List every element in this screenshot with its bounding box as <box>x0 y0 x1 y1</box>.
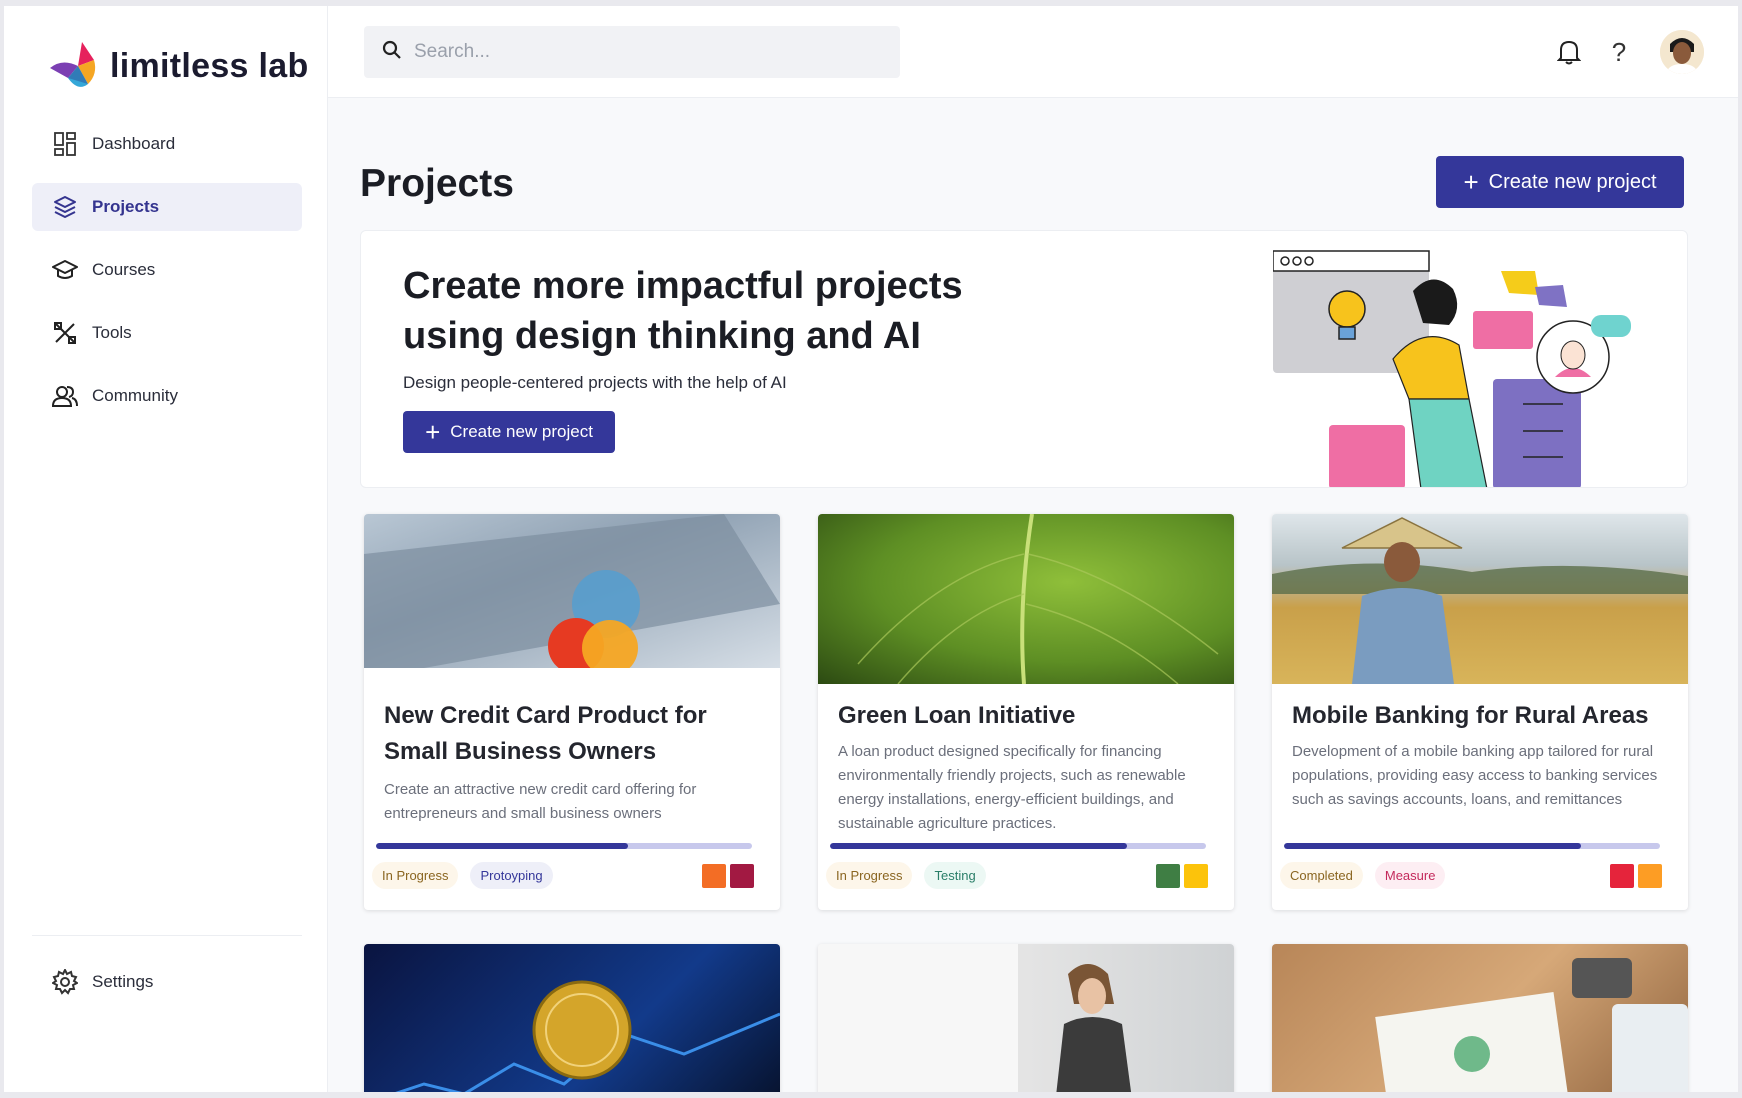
status-badge: In Progress <box>372 862 459 889</box>
sdg-goal-icon <box>730 864 754 888</box>
progress-bar <box>376 843 752 849</box>
sidebar-item-projects[interactable]: Projects <box>32 183 302 231</box>
sdg-goal-icon <box>702 864 726 888</box>
topbar: ? <box>328 6 1738 98</box>
graduation-cap-icon <box>52 257 78 283</box>
hero-banner: Create more impactful projects using des… <box>360 230 1688 488</box>
card-description: Development of a mobile banking app tail… <box>1292 743 1658 808</box>
sidebar: limitless lab Dashboard Projects Courses… <box>4 6 328 1092</box>
app-name: limitless lab <box>110 46 309 85</box>
plus-icon: + <box>425 417 441 447</box>
sidebar-divider <box>32 935 302 936</box>
card-title: Green Loan Initiative <box>838 702 1076 729</box>
stage-badge: Testing <box>924 862 986 889</box>
sdg-goal-icon <box>1156 864 1180 888</box>
help-icon[interactable]: ? <box>1604 37 1634 67</box>
hero-illustration <box>1273 250 1631 487</box>
hero-subtitle: Design people-centered projects with the… <box>403 373 787 392</box>
search-box[interactable] <box>364 26 900 78</box>
topbar-actions: ? <box>1534 30 1704 74</box>
plus-icon: + <box>1463 167 1479 197</box>
card-image-credit-card <box>364 514 780 668</box>
sidebar-item-label: Dashboard <box>92 134 176 153</box>
search-icon <box>382 40 402 65</box>
main-content: Projects + Create new project Create mor… <box>328 98 1738 1092</box>
sidebar-item-community[interactable]: Community <box>32 372 302 420</box>
card-image-documents <box>1272 944 1688 1092</box>
project-card[interactable]: Green Loan Initiative A loan product des… <box>818 514 1234 910</box>
sidebar-item-label: Projects <box>92 197 160 216</box>
sdg-icons <box>1606 864 1662 888</box>
hero-create-project-button[interactable]: + Create new project <box>403 411 615 453</box>
sidebar-item-label: Courses <box>92 260 156 279</box>
stage-badge: Measure <box>1374 862 1446 889</box>
card-tags: Completed Measure <box>1280 862 1457 889</box>
hero-button-label: Create new project <box>450 422 593 441</box>
sdg-icons <box>1152 864 1208 888</box>
progress-fill <box>830 843 1128 849</box>
card-title: Mobile Banking for Rural Areas <box>1292 702 1649 729</box>
sidebar-item-tools[interactable]: Tools <box>32 309 302 357</box>
stage-badge: Protoyping <box>470 862 553 889</box>
card-description: Create an attractive new credit card off… <box>384 781 697 822</box>
create-project-button[interactable]: + Create new project <box>1436 156 1684 208</box>
settings-container: Settings <box>32 958 302 1021</box>
logo-mark-icon <box>50 42 96 87</box>
app-window: limitless lab Dashboard Projects Courses… <box>4 6 1738 1092</box>
sidebar-item-settings[interactable]: Settings <box>32 958 302 1006</box>
settings-label: Settings <box>92 972 154 991</box>
project-card[interactable] <box>818 944 1234 1092</box>
sdg-goal-icon <box>1610 864 1634 888</box>
card-tags: In Progress Protoyping <box>372 862 565 889</box>
dashboard-icon <box>52 131 78 157</box>
layers-icon <box>52 194 78 220</box>
hero-title: Create more impactful projects using des… <box>403 265 963 357</box>
gear-icon <box>52 969 78 995</box>
search-input[interactable] <box>414 41 874 63</box>
card-title: New Credit Card Product for Small Busine… <box>384 702 707 765</box>
page-title: Projects <box>360 162 514 205</box>
avatar[interactable] <box>1660 30 1704 74</box>
progress-bar <box>1284 843 1660 849</box>
card-image-farmer <box>1272 514 1688 684</box>
bell-icon[interactable] <box>1554 37 1584 67</box>
progress-fill <box>376 843 628 849</box>
card-tags: In Progress Testing <box>826 862 998 889</box>
project-card[interactable] <box>1272 944 1688 1092</box>
sdg-icons <box>698 864 754 888</box>
sidebar-nav: Dashboard Projects Courses Tools Communi… <box>32 120 302 435</box>
project-card[interactable] <box>364 944 780 1092</box>
card-image-whiteboard <box>818 944 1234 1092</box>
sdg-goal-icon <box>1184 864 1208 888</box>
card-image-bitcoin <box>364 944 780 1092</box>
progress-bar <box>830 843 1206 849</box>
sidebar-item-label: Community <box>92 386 178 405</box>
card-description: A loan product designed specifically for… <box>838 743 1186 832</box>
status-badge: Completed <box>1280 862 1363 889</box>
create-project-label: Create new project <box>1488 170 1657 193</box>
status-badge: In Progress <box>826 862 913 889</box>
card-image-leaf <box>818 514 1234 684</box>
logo[interactable]: limitless lab <box>48 40 309 92</box>
progress-fill <box>1284 843 1582 849</box>
project-card[interactable]: New Credit Card Product for Small Busine… <box>364 514 780 910</box>
tools-icon <box>52 320 78 346</box>
sidebar-item-dashboard[interactable]: Dashboard <box>32 120 302 168</box>
users-icon <box>52 383 78 409</box>
sidebar-item-courses[interactable]: Courses <box>32 246 302 294</box>
project-card[interactable]: Mobile Banking for Rural Areas Developme… <box>1272 514 1688 910</box>
sdg-goal-icon <box>1638 864 1662 888</box>
sidebar-item-label: Tools <box>92 323 132 342</box>
